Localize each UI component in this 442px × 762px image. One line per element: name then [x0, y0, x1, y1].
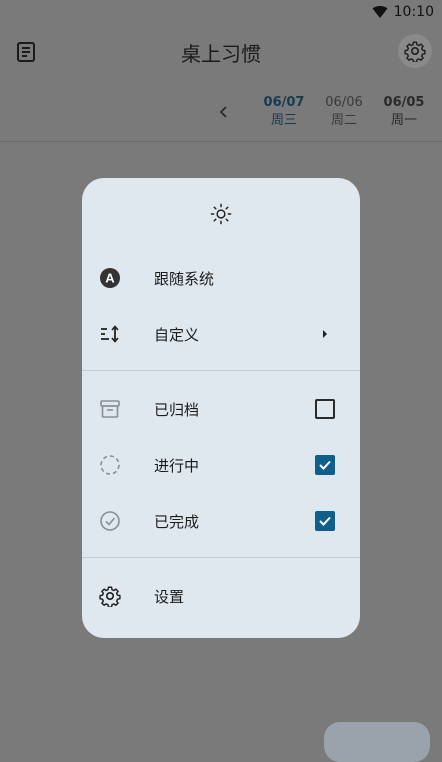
menu-item-label: 已归档: [154, 400, 200, 419]
svg-text:A: A: [105, 271, 115, 286]
checkbox-checked: [315, 511, 335, 531]
sun-icon: [210, 203, 232, 225]
sort-icon: [98, 322, 122, 346]
menu-divider: [82, 370, 360, 371]
menu-item-label: 设置: [154, 587, 185, 606]
filter-menu-dialog: A 跟随系统 自定义 已归档 进行中 已完成 设置: [82, 178, 360, 638]
header-divider: [0, 141, 442, 142]
submenu-arrow-icon: [314, 323, 336, 345]
status-time: 10:10: [393, 4, 434, 20]
menu-item-label: 自定义: [154, 325, 200, 344]
page-title: 桌上习惯: [181, 41, 261, 66]
settings-gear-button[interactable]: [398, 34, 432, 68]
menu-item-in-progress[interactable]: 进行中: [82, 437, 360, 493]
date-column[interactable]: 06/07 周三: [254, 94, 314, 130]
progress-circle-icon: [98, 453, 122, 477]
menu-item-completed[interactable]: 已完成: [82, 493, 360, 549]
wifi-icon: [372, 6, 388, 19]
date-column[interactable]: 06/06 周二: [314, 94, 374, 130]
menu-item-label: 跟随系统: [154, 269, 215, 288]
gear-icon: [98, 584, 122, 608]
menu-item-follow-system[interactable]: A 跟随系统: [82, 250, 360, 306]
in-progress-checkbox[interactable]: [314, 454, 336, 476]
checkbox-unchecked: [315, 399, 335, 419]
check-icon: [319, 516, 331, 526]
previous-dates-button[interactable]: [212, 100, 236, 124]
menu-divider: [82, 557, 360, 558]
check-icon: [319, 460, 331, 470]
menu-item-custom[interactable]: 自定义: [82, 306, 360, 362]
date-strip: 06/07 周三 06/06 周二 06/05 周一: [212, 90, 434, 134]
menu-item-settings[interactable]: 设置: [82, 568, 360, 624]
gear-icon: [404, 41, 426, 62]
menu-item-label: 进行中: [154, 456, 200, 475]
completed-checkbox[interactable]: [314, 510, 336, 532]
floating-action-button[interactable]: [324, 722, 430, 762]
menu-item-label: 已完成: [154, 512, 200, 531]
archived-checkbox[interactable]: [314, 398, 336, 420]
check-circle-icon: [98, 509, 122, 533]
status-bar: 10:10: [0, 0, 442, 24]
checkbox-checked: [315, 455, 335, 475]
notes-icon[interactable]: [14, 40, 38, 64]
menu-item-archived[interactable]: 已归档: [82, 381, 360, 437]
auto-theme-icon: A: [98, 266, 122, 290]
archive-icon: [98, 397, 122, 421]
app-bar: 桌上习惯: [0, 26, 442, 78]
date-column[interactable]: 06/05 周一: [374, 94, 434, 130]
chevron-left-icon: [219, 106, 227, 118]
theme-toggle[interactable]: [82, 178, 360, 250]
